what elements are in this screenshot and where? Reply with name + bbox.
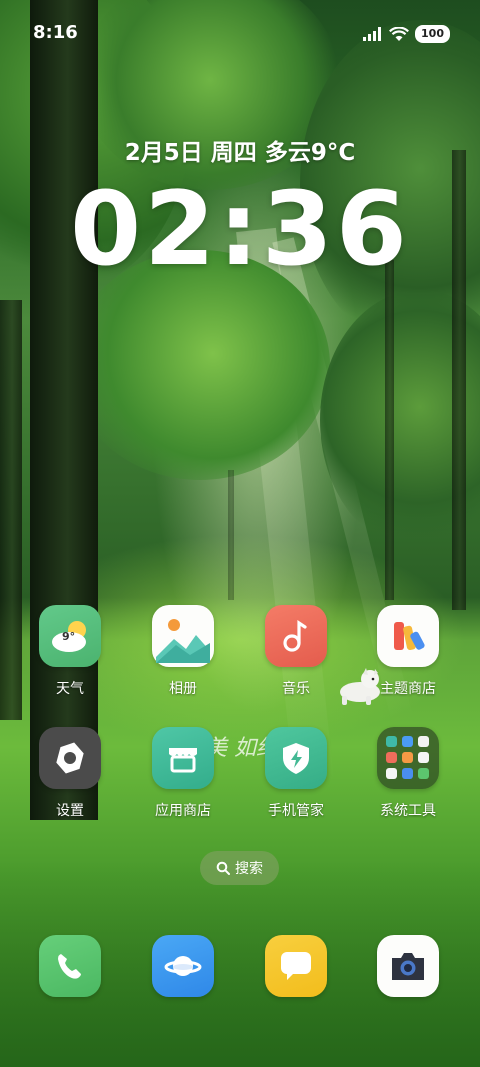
dock-browser[interactable]	[133, 935, 233, 997]
status-icons: 100	[363, 24, 450, 44]
app-label: 系统工具	[380, 803, 436, 819]
app-label: 手机管家	[268, 803, 324, 819]
date-weather-line[interactable]: 2月5日 周四 多云9°C	[0, 133, 480, 167]
message-icon	[265, 935, 327, 997]
phone-icon	[39, 935, 101, 997]
app-label: 相册	[169, 681, 197, 697]
theme-store-icon	[377, 605, 439, 667]
app-theme-store[interactable]: 主题商店	[358, 605, 458, 698]
search-label: 搜索	[235, 861, 263, 877]
gallery-icon	[152, 605, 214, 667]
phone-manager-icon	[265, 727, 327, 789]
status-bar: 8:16 100	[0, 0, 480, 66]
app-label: 应用商店	[155, 803, 211, 819]
weather-temp: 9°	[62, 630, 76, 643]
cellular-signal-icon	[363, 27, 382, 41]
app-app-store[interactable]: 应用商店	[133, 727, 233, 820]
app-label: 主题商店	[380, 681, 436, 697]
folder-icon	[377, 727, 439, 789]
tree-trunk	[385, 260, 394, 600]
search-button[interactable]: 搜索	[200, 851, 279, 885]
app-phone-manager[interactable]: 手机管家	[246, 727, 346, 820]
browser-icon	[152, 935, 214, 997]
camera-icon	[377, 935, 439, 997]
tree-trunk	[228, 470, 234, 600]
app-label: 音乐	[282, 681, 310, 697]
weather-icon: 9°	[39, 605, 101, 667]
app-settings[interactable]: 设置	[20, 727, 120, 820]
app-weather[interactable]: 9° 天气	[20, 605, 120, 698]
tree-trunk	[0, 300, 22, 720]
app-folder-system-tools[interactable]: 系统工具	[358, 727, 458, 820]
clock-widget[interactable]: 02:36	[0, 170, 480, 290]
search-icon	[216, 861, 230, 875]
app-gallery[interactable]: 相册	[133, 605, 233, 698]
app-label: 天气	[56, 681, 84, 697]
battery-indicator: 100	[415, 25, 450, 43]
status-time: 8:16	[33, 22, 78, 43]
app-music[interactable]: 音乐	[246, 605, 346, 698]
dock-messages[interactable]	[246, 935, 346, 997]
dock-camera[interactable]	[358, 935, 458, 997]
wifi-icon	[389, 26, 410, 41]
music-icon	[265, 605, 327, 667]
app-label: 设置	[56, 803, 84, 819]
settings-icon	[39, 727, 101, 789]
app-store-icon	[152, 727, 214, 789]
dock-phone[interactable]	[20, 935, 120, 997]
